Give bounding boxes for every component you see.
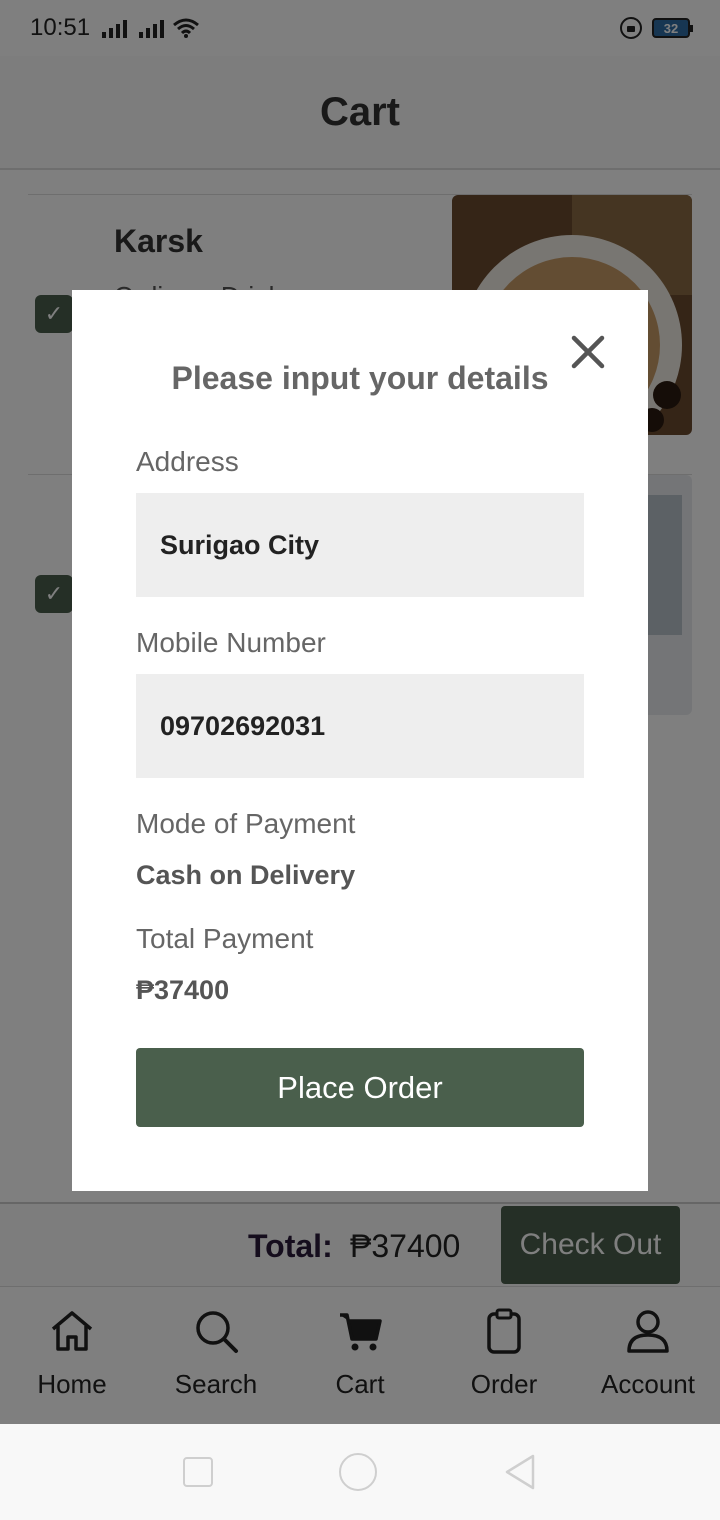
address-label: Address	[136, 446, 239, 477]
mobile-field[interactable]	[136, 674, 584, 778]
place-order-button[interactable]: Place Order	[136, 1048, 584, 1127]
back-icon[interactable]	[503, 1453, 537, 1491]
home-nav-icon[interactable]	[339, 1453, 377, 1491]
system-nav-bar	[0, 1424, 720, 1520]
details-modal: Please input your details Address Mobile…	[72, 290, 648, 1191]
recents-icon[interactable]	[183, 1457, 213, 1487]
mobile-label: Mobile Number	[136, 627, 326, 658]
payment-mode-value: Cash on Delivery	[136, 860, 356, 890]
total-payment-value: ₱37400	[136, 975, 230, 1005]
address-field[interactable]	[136, 493, 584, 597]
payment-mode-label: Mode of Payment	[136, 808, 356, 839]
modal-title: Please input your details	[171, 360, 549, 396]
total-payment-label: Total Payment	[136, 923, 314, 954]
